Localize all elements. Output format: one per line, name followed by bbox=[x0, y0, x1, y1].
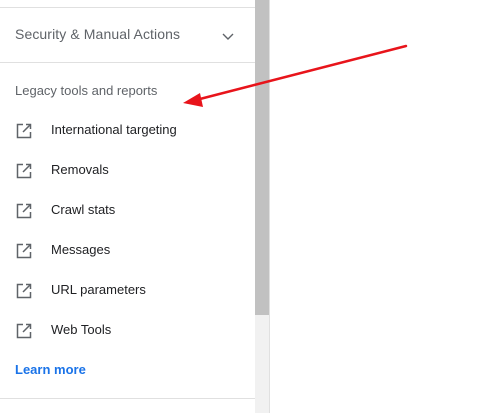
scrollbar-thumb[interactable] bbox=[255, 0, 269, 315]
divider bbox=[0, 398, 255, 399]
sidebar-item-label: Web Tools bbox=[51, 322, 112, 337]
open-in-new-icon bbox=[16, 203, 32, 219]
legacy-tools-list: International targeting Removals Crawl s… bbox=[0, 111, 255, 351]
open-in-new-icon bbox=[16, 163, 32, 179]
main-content-area bbox=[270, 0, 489, 413]
sidebar-item-web-tools[interactable]: Web Tools bbox=[0, 311, 255, 351]
sidebar-item-label: Removals bbox=[51, 162, 109, 177]
sidebar-nav: Security & Manual Actions Legacy tools a… bbox=[0, 0, 255, 413]
sidebar-item-label: Crawl stats bbox=[51, 202, 116, 217]
sidebar-item-label: URL parameters bbox=[51, 282, 146, 297]
sidebar-item-url-parameters[interactable]: URL parameters bbox=[0, 271, 255, 311]
sidebar-item-crawl-stats[interactable]: Crawl stats bbox=[0, 191, 255, 231]
legacy-tools-heading: Legacy tools and reports bbox=[15, 83, 158, 98]
sidebar-item-label: International targeting bbox=[51, 122, 177, 137]
sidebar-item-messages[interactable]: Messages bbox=[0, 231, 255, 271]
sidebar-item-international-targeting[interactable]: International targeting bbox=[0, 111, 255, 151]
sidebar-item-label: Messages bbox=[51, 242, 111, 257]
open-in-new-icon bbox=[16, 323, 32, 339]
open-in-new-icon bbox=[16, 123, 32, 139]
chevron-down-icon[interactable] bbox=[220, 28, 236, 44]
open-in-new-icon bbox=[16, 243, 32, 259]
divider bbox=[0, 62, 255, 63]
section-header-label: Security & Manual Actions bbox=[15, 26, 181, 42]
sidebar-item-removals[interactable]: Removals bbox=[0, 151, 255, 191]
security-manual-actions-section[interactable]: Security & Manual Actions bbox=[0, 8, 255, 62]
search-console-window: Security & Manual Actions Legacy tools a… bbox=[0, 0, 489, 413]
learn-more-link[interactable]: Learn more bbox=[15, 362, 86, 377]
open-in-new-icon bbox=[16, 283, 32, 299]
